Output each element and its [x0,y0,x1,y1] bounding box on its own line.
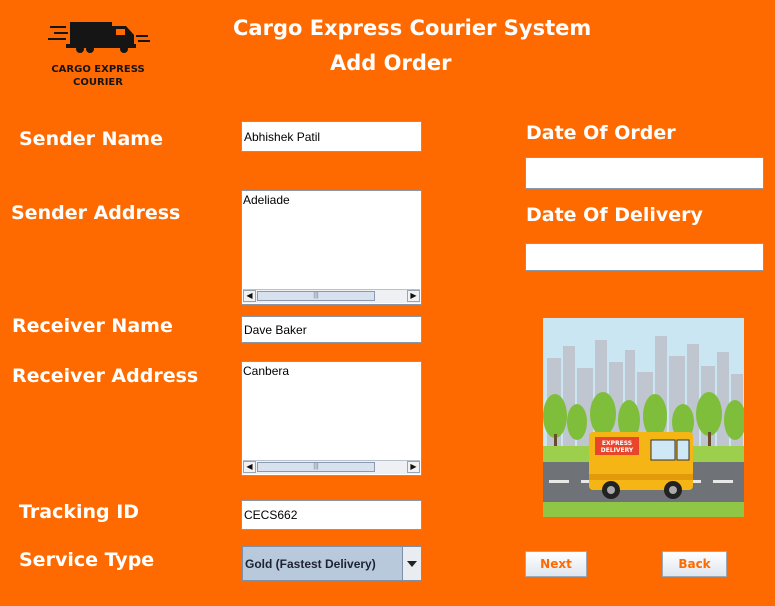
company-logo: CARGO EXPRESS COURIER [44,16,152,90]
sender-name-label: Sender Name [19,128,163,150]
next-button[interactable]: Next [525,551,587,577]
chevron-down-icon[interactable] [402,547,421,580]
scroll-left-icon[interactable]: ◀ [243,461,256,473]
receiver-address-label: Receiver Address [12,365,199,387]
sender-address-value: Adeliade [243,193,290,207]
date-of-delivery-field[interactable] [525,243,764,271]
sender-name-field[interactable]: Abhishek Patil [241,121,422,152]
tracking-id-label: Tracking ID [19,501,140,523]
page-subtitle: Add Order [330,51,452,75]
tracking-id-value: CECS662 [244,508,298,522]
sender-address-textarea[interactable]: Adeliade ◀ ||| ▶ [241,190,422,305]
date-of-delivery-label: Date Of Delivery [526,204,703,226]
receiver-address-value: Canbera [243,364,290,378]
sender-name-value: Abhishek Patil [244,129,321,144]
date-of-order-label: Date Of Order [526,122,676,144]
van-icon: EXPRESS DELIVERY [589,432,693,499]
sender-address-label: Sender Address [11,202,181,224]
truck-icon [48,22,150,53]
service-type-dropdown[interactable]: Gold (Fastest Delivery) [242,546,422,581]
scroll-thumb[interactable]: ||| [257,462,375,472]
receiver-name-label: Receiver Name [12,315,173,337]
receiver-address-textarea[interactable]: Canbera ◀ ||| ▶ [241,361,422,476]
receiver-address-scrollbar[interactable]: ◀ ||| ▶ [243,460,420,474]
back-button[interactable]: Back [662,551,727,577]
receiver-name-value: Dave Baker [244,322,307,337]
tracking-id-field[interactable]: CECS662 [241,500,422,530]
sender-address-scrollbar[interactable]: ◀ ||| ▶ [243,289,420,303]
scroll-thumb[interactable]: ||| [257,291,375,301]
van-text-line2: DELIVERY [601,447,634,454]
service-type-value: Gold (Fastest Delivery) [245,556,376,571]
date-of-order-field[interactable] [525,157,764,189]
service-type-label: Service Type [19,549,155,571]
van-text-line1: EXPRESS [602,440,632,447]
page-title: Cargo Express Courier System [233,16,592,40]
logo-text-line1: CARGO EXPRESS [51,64,145,75]
scroll-right-icon[interactable]: ▶ [407,290,420,302]
scroll-right-icon[interactable]: ▶ [407,461,420,473]
receiver-name-field[interactable]: Dave Baker [241,316,422,343]
scroll-left-icon[interactable]: ◀ [243,290,256,302]
logo-text-line2: COURIER [73,77,123,88]
add-order-window: CARGO EXPRESS COURIER Cargo Express Cour… [0,0,775,606]
delivery-van-illustration: EXPRESS DELIVERY [543,318,744,517]
